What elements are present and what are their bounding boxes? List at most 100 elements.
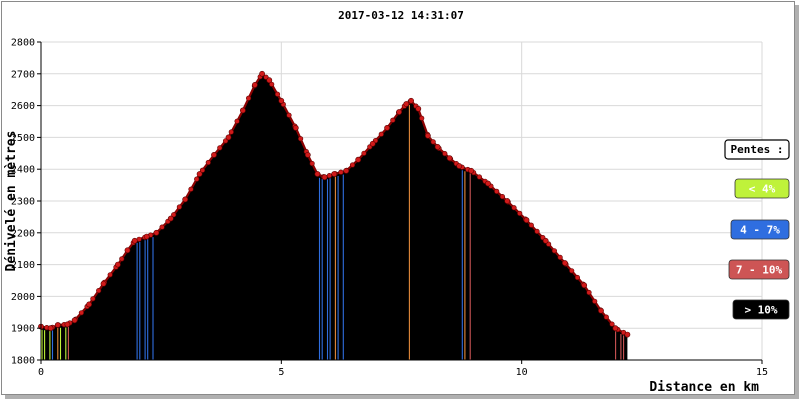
legend-title: Pentes : [731, 143, 784, 156]
profile-point [424, 132, 431, 139]
profile-point [107, 272, 113, 278]
profile-point [403, 101, 410, 107]
profile-point [286, 112, 292, 118]
profile-point [569, 268, 575, 274]
profile-point [326, 173, 333, 179]
profile-point [361, 150, 367, 156]
profile-point [182, 196, 189, 203]
profile-point [167, 215, 174, 222]
profile-point [504, 198, 511, 204]
profile-point [369, 140, 376, 147]
profile-point [603, 314, 609, 320]
profile-point [494, 188, 500, 194]
profile-point [456, 163, 463, 169]
profile-point [234, 118, 240, 124]
profile-point [86, 301, 92, 308]
profile-point [78, 310, 84, 316]
profile-point [511, 205, 517, 211]
profile-point [278, 97, 285, 104]
profile-point [612, 325, 619, 332]
profile-point [194, 176, 200, 182]
profile-point [609, 321, 615, 327]
profile-point [581, 282, 588, 289]
profile-point [228, 129, 234, 135]
profile-point [408, 97, 414, 104]
y-tick-label: 2600 [11, 101, 35, 112]
profile-point [586, 289, 592, 296]
profile-point [124, 247, 131, 254]
profile-point [225, 134, 232, 141]
profile-point [468, 167, 475, 174]
profile-point [153, 229, 160, 236]
profile-point [314, 171, 321, 177]
profile-point [562, 260, 568, 266]
profile-point [331, 171, 338, 177]
x-tick-label: 5 [278, 367, 284, 378]
profile-point [298, 136, 304, 142]
profile-point [523, 217, 530, 223]
profile-point [390, 117, 396, 123]
profile-point [159, 224, 165, 230]
profile-point [378, 131, 384, 137]
y-tick-label: 1900 [11, 324, 35, 335]
profile-point [499, 194, 506, 200]
profile-point [71, 317, 78, 324]
profile-point [54, 322, 61, 328]
profile-point [176, 204, 182, 210]
profile-point [292, 125, 299, 131]
x-tick-label: 0 [38, 367, 44, 378]
profile-point [211, 151, 217, 158]
profile-point [517, 210, 523, 216]
profile-point [115, 261, 121, 268]
profile-point [355, 156, 362, 163]
legend-label: > 10% [744, 304, 777, 317]
profile-point [239, 107, 246, 114]
profile-point [598, 307, 604, 314]
y-tick-label: 2000 [11, 292, 35, 303]
profile-point [259, 70, 265, 77]
profile-point [131, 237, 138, 244]
profile-point [430, 139, 436, 145]
profile-point [246, 95, 252, 101]
profile-point [266, 77, 273, 84]
profile-point [309, 160, 315, 167]
profile-point [542, 237, 549, 244]
profile-point [343, 167, 350, 174]
profile-point [119, 256, 125, 262]
chart-title: 2017-03-12 14:31:07 [338, 9, 464, 22]
legend-label: 4 - 7% [740, 224, 780, 237]
profile-point [251, 82, 258, 88]
profile-point [217, 145, 223, 151]
profile-point [188, 186, 194, 192]
profile-point [100, 280, 107, 287]
profile-point [624, 331, 631, 338]
y-tick-label: 2800 [11, 38, 35, 49]
profile-point [415, 105, 422, 112]
profile-point [338, 169, 344, 175]
profile-point [551, 248, 558, 254]
profile-point [321, 174, 328, 181]
x-tick-label: 15 [756, 367, 768, 378]
profile-point [143, 233, 150, 240]
profile-point [446, 155, 453, 161]
x-axis-title: Distance en km [649, 380, 759, 394]
profile-point [96, 288, 102, 294]
profile-point [90, 296, 96, 302]
legend-label: < 4% [749, 183, 776, 196]
profile-point [442, 151, 448, 157]
profile-point [592, 298, 598, 304]
profile-point [304, 151, 311, 158]
profile-point [64, 321, 71, 328]
profile-point [349, 162, 356, 168]
chart-frame: 1800 1900 2000 2100 2200 2300 2400 2500 2600 2700… [1, 1, 795, 395]
legend-label: 7 - 10% [736, 264, 783, 277]
profile-point [557, 254, 563, 260]
profile-point [384, 125, 390, 131]
profile-point [47, 325, 54, 332]
profile-point [274, 91, 281, 97]
profile-point [476, 174, 483, 180]
profile-point [574, 274, 581, 281]
y-tick-label: 1800 [11, 356, 35, 367]
profile-point [205, 159, 211, 166]
profile-point [528, 222, 534, 228]
